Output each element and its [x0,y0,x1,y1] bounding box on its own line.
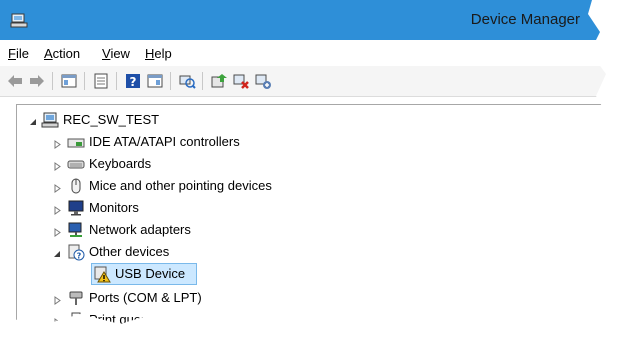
mouse-icon [67,177,85,195]
tree-item-keyboards[interactable]: Keyboards [17,153,317,175]
toolbar-separator [52,72,53,90]
back-arrow-icon[interactable] [6,72,24,90]
tree-item-label: Keyboards [89,156,152,171]
device-manager-window: Device Manager File Action View Help ? R… [0,0,614,327]
collapse-arrow-icon[interactable] [53,247,62,257]
svg-text:?: ? [77,252,82,261]
tree-item-monitors[interactable]: Monitors [17,197,317,219]
menu-view[interactable]: View [102,45,130,63]
action-pane-icon[interactable] [146,72,164,90]
update-driver-icon[interactable] [210,72,228,90]
disable-device-icon[interactable] [254,72,272,90]
expand-arrow-icon[interactable] [53,137,62,149]
expand-arrow-icon[interactable] [53,225,62,237]
scan-hardware-icon[interactable] [178,72,196,90]
properties-icon[interactable] [60,72,78,90]
forward-arrow-icon[interactable] [28,72,46,90]
warning-device-icon [93,265,111,283]
unknown-device-icon: ? [67,243,85,261]
expand-arrow-icon[interactable] [53,203,62,215]
tree-item-label: Network adapters [89,222,191,237]
menu-action[interactable]: Action [44,45,80,63]
toolbar: ? [0,66,614,97]
help-icon[interactable]: ? [124,72,142,90]
tree-item-label: Mice and other pointing devices [89,178,272,193]
tree-item-other-devices[interactable]: ? Other devices [17,241,317,263]
port-icon [67,289,85,307]
tree-item-ports-com-lpt[interactable]: Ports (COM & LPT) [17,287,317,309]
title-bar[interactable]: Device Manager [0,0,614,40]
toolbar-separator [170,72,171,90]
toolbar-separator [84,72,85,90]
expand-arrow-icon[interactable] [53,181,62,193]
monitor-icon [67,199,85,217]
tree-item-usb-device[interactable]: USB Device [71,263,271,285]
tree-item-label: IDE ATA/ATAPI controllers [89,134,240,149]
tree-item-label: Ports (COM & LPT) [89,290,202,305]
expand-arrow-icon[interactable] [53,159,62,171]
show-hide-tree-icon[interactable] [92,72,110,90]
tree-item-label: Monitors [89,200,139,215]
keyboard-icon [67,155,85,173]
expand-arrow-icon[interactable] [53,315,62,326]
ide-controller-icon [67,133,85,151]
menu-help[interactable]: Help [145,45,172,63]
tree-item-label: Other devices [89,244,170,259]
tree-item-label: Print queues [89,312,162,327]
expand-arrow-icon[interactable] [53,293,62,305]
menu-bar: File Action View Help [0,40,614,66]
tree-item-network-adapters[interactable]: Network adapters [17,219,317,241]
tree-root-row[interactable]: REC_SW_TEST [17,109,317,131]
toolbar-separator [116,72,117,90]
tree-item-label: USB Device [115,266,186,281]
network-adapter-icon [67,221,85,239]
tree-item-ide-ata-atapi-controllers[interactable]: IDE ATA/ATAPI controllers [17,131,317,153]
collapse-arrow-icon[interactable] [29,115,38,125]
menu-file[interactable]: File [8,45,29,63]
device-tree[interactable]: REC_SW_TEST IDE ATA/ATAPI controllers Ke… [16,104,614,327]
tree-root-label: REC_SW_TEST [63,112,160,127]
printer-icon [67,311,85,326]
svg-text:?: ? [130,75,137,89]
toolbar-separator [202,72,203,90]
computer-icon [41,111,59,129]
device-manager-app-icon [10,11,28,29]
uninstall-device-icon[interactable] [232,72,250,90]
tree-item-print-queues[interactable]: Print queues [17,309,317,327]
tree-item-mice-and-other-pointing-devices[interactable]: Mice and other pointing devices [17,175,337,197]
window-title: Device Manager [470,11,580,28]
